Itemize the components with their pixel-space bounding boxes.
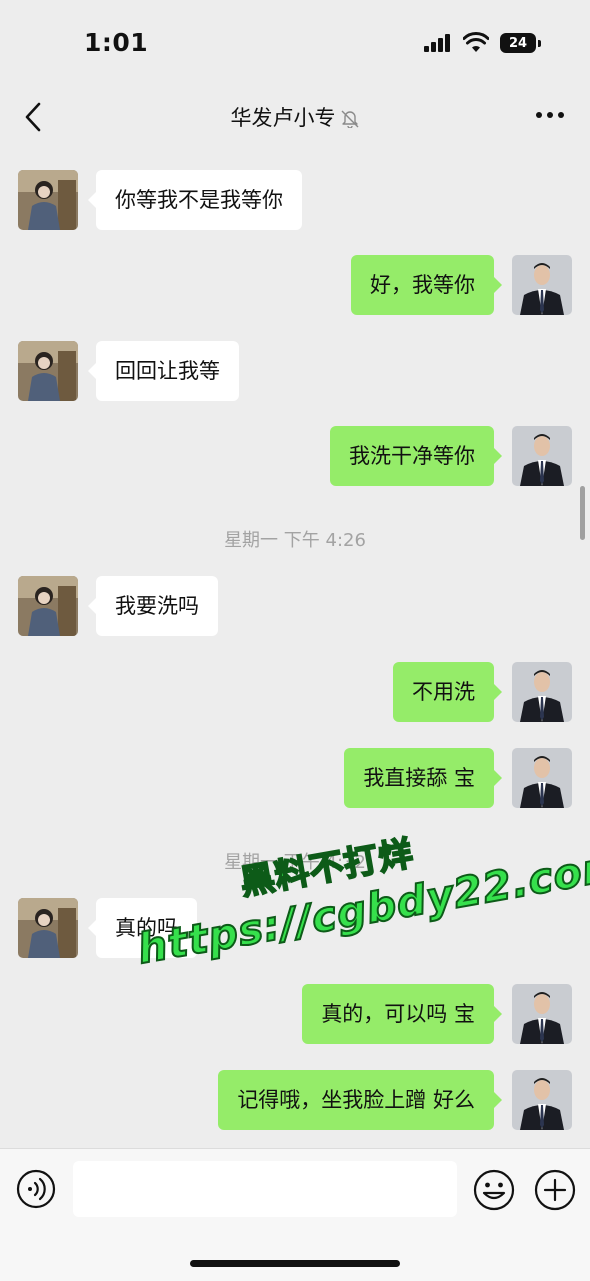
message-bubble-sent[interactable]: 我直接舔 宝	[344, 748, 502, 808]
contact-avatar[interactable]	[18, 576, 78, 636]
cellular-signal-icon	[424, 34, 454, 52]
self-avatar[interactable]	[512, 748, 572, 808]
message-bubble-sent[interactable]: 我洗干净等你	[330, 426, 502, 486]
self-avatar[interactable]	[512, 1070, 572, 1130]
mute-icon	[341, 110, 358, 128]
message-bubble-sent[interactable]: 真的，可以吗 宝	[302, 984, 502, 1044]
timestamp-divider: 星期一 下午 4:26	[224, 530, 366, 551]
battery-tip	[538, 40, 541, 47]
message-bubble-received[interactable]: 回回让我等	[88, 341, 239, 401]
chat-title-group: 华发卢小专	[0, 102, 590, 132]
more-icon[interactable]	[536, 112, 566, 120]
self-avatar[interactable]	[512, 984, 572, 1044]
message-bubble-received[interactable]: 我要洗吗	[88, 576, 218, 636]
contact-avatar[interactable]	[18, 170, 78, 230]
emoji-icon[interactable]	[473, 1169, 515, 1211]
message-bubble-sent[interactable]: 不用洗	[393, 662, 502, 722]
contact-avatar[interactable]	[18, 898, 78, 958]
battery-indicator: 24	[500, 33, 536, 53]
self-avatar[interactable]	[512, 662, 572, 722]
message-row: 真的，可以吗 宝	[0, 984, 590, 1044]
message-bubble-sent[interactable]: 好，我等你	[351, 255, 502, 315]
message-list[interactable]: 你等我不是我等你 好，我等你 回回让我等 我洗干净等你 星期一 下午 4:26 …	[0, 146, 590, 1148]
message-row: 我洗干净等你	[0, 426, 590, 486]
status-time: 1:01	[84, 28, 149, 57]
contact-avatar[interactable]	[18, 341, 78, 401]
self-avatar[interactable]	[512, 255, 572, 315]
scrollbar-thumb[interactable]	[580, 486, 585, 540]
status-bar: 1:01 24	[0, 0, 590, 88]
message-input[interactable]	[73, 1161, 457, 1217]
message-row: 好，我等你	[0, 255, 590, 315]
message-bubble-sent[interactable]: 记得哦，坐我脸上蹭 好么	[218, 1070, 502, 1130]
chat-header: 华发卢小专	[0, 88, 590, 146]
home-indicator[interactable]	[190, 1260, 400, 1267]
voice-icon[interactable]	[16, 1169, 56, 1209]
wifi-icon	[463, 32, 489, 52]
self-avatar[interactable]	[512, 426, 572, 486]
message-row: 我要洗吗	[0, 576, 590, 636]
message-bubble-received[interactable]: 真的吗	[88, 898, 197, 958]
message-row: 你等我不是我等你	[0, 170, 590, 230]
message-row: 记得哦，坐我脸上蹭 好么	[0, 1070, 590, 1130]
message-bubble-received[interactable]: 你等我不是我等你	[88, 170, 302, 230]
message-row: 回回让我等	[0, 341, 590, 401]
message-row: 真的吗	[0, 898, 590, 958]
timestamp-divider: 星期一 下午 4:32	[224, 852, 366, 873]
message-row: 不用洗	[0, 662, 590, 722]
plus-icon[interactable]	[534, 1169, 576, 1211]
message-row: 我直接舔 宝	[0, 748, 590, 808]
chat-title: 华发卢小专	[230, 106, 336, 130]
